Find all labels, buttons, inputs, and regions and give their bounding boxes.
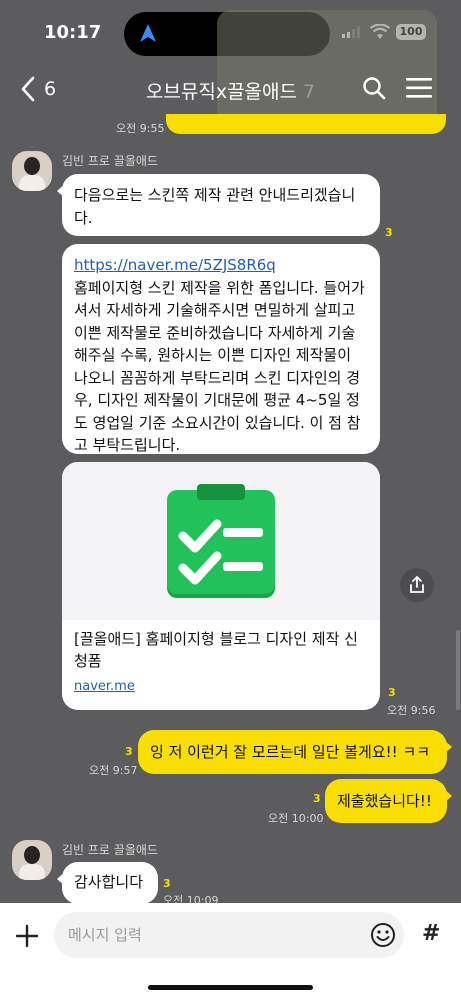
hashtag-icon[interactable]: #: [422, 921, 440, 946]
message-text: 홈페이지형 스킨 제작을 위한 폼입니다. 들어가셔서 자세하게 기술해주시면 …: [74, 278, 365, 455]
plus-icon[interactable]: [14, 923, 40, 949]
my-message-bubble[interactable]: 잉 저 이런거 잘 모르는데 일단 볼게요!! ㅋㅋ: [138, 730, 452, 774]
message-bubble[interactable]: 다음으로는 스킨쪽 제작 관련 안내드리겠습니다.: [57, 174, 380, 236]
avatar[interactable]: [12, 840, 52, 880]
link-preview-domain: naver.me: [74, 679, 135, 694]
message-text: 감사합니다: [74, 873, 144, 891]
message-time: 오전 10:00: [268, 812, 324, 825]
search-icon[interactable]: [362, 76, 386, 100]
link-preview-thumbnail: [62, 462, 380, 620]
message-input[interactable]: 메시지 입력: [54, 912, 404, 958]
emoji-icon[interactable]: [370, 922, 396, 948]
share-icon: [410, 576, 424, 593]
unread-count: 3: [313, 792, 321, 805]
message-time: 오전 9:56: [387, 704, 436, 717]
share-button[interactable]: [400, 568, 434, 602]
avatar[interactable]: [12, 151, 52, 191]
my-message-bubble[interactable]: 제출했습니다!!: [325, 779, 452, 823]
chat-room-name: 오브뮤직x끌올애드: [145, 81, 297, 103]
status-time: 10:17: [44, 22, 102, 43]
unread-count: 3: [125, 745, 133, 758]
sender-name: 김빈 프로 끌올애드: [62, 154, 158, 168]
link-preview-title: [끌올애드] 홈페이지형 블로그 디자인 제작 신청폼: [74, 630, 358, 670]
scrollbar[interactable]: [456, 630, 460, 710]
message-link[interactable]: https://naver.me/5ZJS8R6q: [74, 254, 368, 277]
location-arrow-icon: [140, 24, 156, 42]
member-count: 7: [303, 81, 316, 103]
sender-name: 김빈 프로 끌올애드: [62, 843, 158, 857]
chat-room-title[interactable]: 오브뮤직x끌올애드 7: [0, 77, 461, 104]
chat-header: 6 오브뮤직x끌올애드 7: [0, 64, 461, 114]
message-time: 오전 9:57: [89, 764, 138, 777]
checklist-icon: [167, 484, 275, 598]
message-bubble[interactable]: 감사합니다: [57, 862, 158, 904]
home-indicator: [148, 985, 313, 990]
previous-my-bubble: [166, 114, 446, 134]
link-preview-card[interactable]: [끌올애드] 홈페이지형 블로그 디자인 제작 신청폼 naver.me: [62, 462, 380, 710]
message-text: 다음으로는 스킨쪽 제작 관련 안내드리겠습니다.: [74, 186, 356, 227]
previous-message-time: 오전 9:55: [116, 122, 165, 135]
hamburger-icon[interactable]: [406, 78, 432, 98]
message-bubble[interactable]: https://naver.me/5ZJS8R6q 홈페이지형 스킨 제작을 위…: [62, 244, 380, 454]
unread-count: 3: [163, 877, 171, 890]
message-text: 제출했습니다!!: [337, 792, 432, 810]
unread-count: 3: [385, 226, 393, 239]
message-text: 잉 저 이런거 잘 모르는데 일단 볼게요!! ㅋㅋ: [150, 743, 431, 761]
unread-count: 3: [388, 686, 396, 699]
